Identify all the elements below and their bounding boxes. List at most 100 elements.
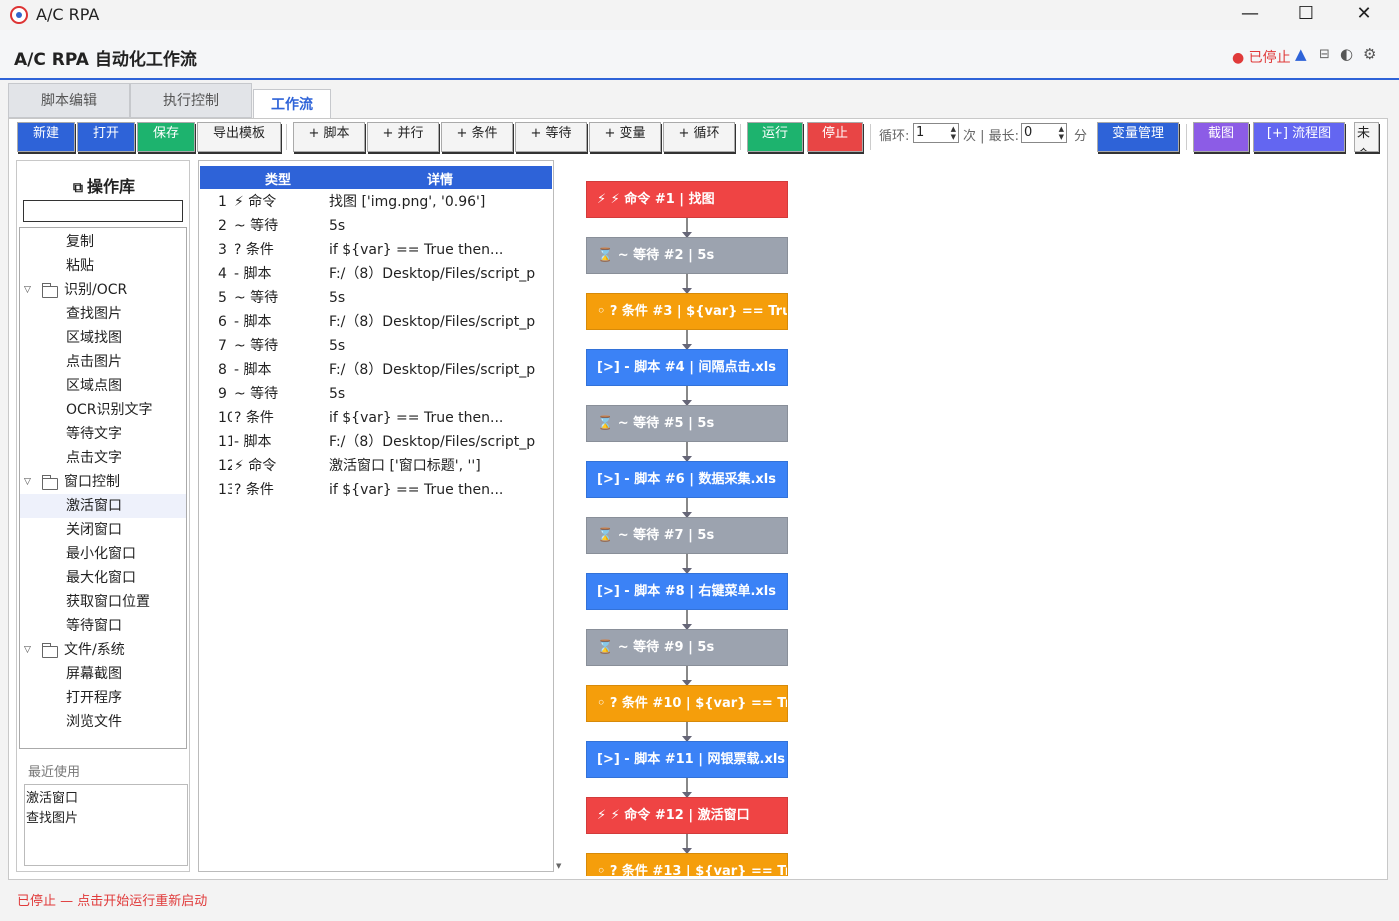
tree-item-label: 激活窗口 xyxy=(66,498,122,514)
flow-node-script[interactable]: [>] - 脚本 #8 | 右键菜单.xls xyxy=(586,573,788,610)
tree-item[interactable]: OCR识别文字 xyxy=(20,398,186,422)
column-header-type[interactable]: 类型 xyxy=(265,169,291,188)
tree-item[interactable]: 打开程序 xyxy=(20,686,186,710)
close-button[interactable]: ✕ xyxy=(1336,0,1392,30)
tree-item-label: OCR识别文字 xyxy=(66,402,153,418)
tree-item-label: 复制 xyxy=(66,234,94,250)
recent-item[interactable]: 查找图片 xyxy=(26,807,78,826)
table-row[interactable]: 13? 条件 if ${var} == True then... xyxy=(200,478,552,502)
recent-label: 最近使用 xyxy=(28,765,81,780)
flow-node-script[interactable]: [>] - 脚本 #6 | 数据采集.xls xyxy=(586,461,788,498)
tree-category[interactable]: ▽ 窗口控制 xyxy=(20,470,186,494)
flow-node-script[interactable]: [>] - 脚本 #4 | 间隔点击.xls xyxy=(586,349,788,386)
table-row[interactable]: 3 ? 条件 if ${var} == True then... xyxy=(200,238,552,262)
table-row[interactable]: 1 ⚡ 命令 找图 ['img.png', '0.96'] xyxy=(200,190,552,214)
table-row[interactable]: 6 - 脚本 F:/（8）Desktop/Files/script_p xyxy=(200,310,552,334)
add-condition-button[interactable]: + 条件 xyxy=(441,122,513,152)
save-button[interactable]: 保存 xyxy=(137,122,195,152)
tab-execution-control[interactable]: 执行控制 xyxy=(130,83,252,118)
export-template-button[interactable]: 导出模板 xyxy=(197,122,281,152)
table-row[interactable]: 2 ~ 等待 5s xyxy=(200,214,552,238)
tree-item[interactable]: 区域找图 xyxy=(20,326,186,350)
panel-icon[interactable]: ⊟ xyxy=(1319,47,1330,62)
tree-item-label: 区域点图 xyxy=(66,378,122,394)
library-search-input[interactable] xyxy=(23,200,183,222)
tree-item[interactable]: 等待窗口 xyxy=(20,614,186,638)
row-number: 10 xyxy=(218,410,232,426)
tree-item-label: 点击图片 xyxy=(66,354,122,370)
maximize-button[interactable]: ☐ xyxy=(1278,0,1334,30)
gear-icon[interactable]: ⚙ xyxy=(1363,45,1376,63)
flow-node-wait[interactable]: ⌛ ~ 等待 #2 | 5s xyxy=(586,237,788,274)
recent-item[interactable]: 激活窗口 xyxy=(26,787,78,806)
spin-arrows-icon[interactable]: ▲ ▼ xyxy=(951,125,956,141)
add-wait-button[interactable]: + 等待 xyxy=(515,122,587,152)
tree-item[interactable]: 浏览文件 xyxy=(20,710,186,734)
table-row[interactable]: 11- 脚本 F:/（8）Desktop/Files/script_p xyxy=(200,430,552,454)
tree-item[interactable]: 点击文字 xyxy=(20,446,186,470)
table-row[interactable]: 4 - 脚本 F:/（8）Desktop/Files/script_p xyxy=(200,262,552,286)
minimize-button[interactable]: — xyxy=(1222,0,1278,30)
new-button[interactable]: 新建 xyxy=(17,122,75,152)
operation-tree[interactable]: 复制粘贴 ▽ 识别/OCR 查找图片 区域找图点击图片区域点图 OCR识别文字 等待文字点击… xyxy=(19,227,187,749)
tree-item[interactable]: 等待文字 xyxy=(20,422,186,446)
tree-item[interactable]: 获取窗口位置 xyxy=(20,590,186,614)
row-detail: F:/（8）Desktop/Files/script_p xyxy=(329,266,536,282)
toolbar-separator xyxy=(286,124,287,150)
flow-node-command[interactable]: ⚡ ⚡ 命令 #1 | 找图 xyxy=(586,181,788,218)
expand-chevron-icon[interactable]: ▽ xyxy=(24,278,31,302)
up-triangle-icon[interactable]: ▲ xyxy=(1295,45,1307,63)
column-header-detail[interactable]: 详情 xyxy=(427,169,453,188)
spin-arrows-icon[interactable]: ▲ ▼ xyxy=(1059,125,1064,141)
table-row[interactable]: 5 ~ 等待 5s xyxy=(200,286,552,310)
tree-item[interactable]: 点击图片 xyxy=(20,350,186,374)
tree-item[interactable]: 复制 xyxy=(20,230,186,254)
tree-item[interactable]: 查找图片 xyxy=(20,302,186,326)
flow-node-wait[interactable]: ⌛ ~ 等待 #7 | 5s xyxy=(586,517,788,554)
open-button[interactable]: 打开 xyxy=(77,122,135,152)
expand-chevron-icon[interactable]: ▽ xyxy=(24,638,31,662)
row-number: 13 xyxy=(218,482,232,498)
tree-item[interactable]: 最大化窗口 xyxy=(20,566,186,590)
contrast-icon[interactable]: ◐ xyxy=(1340,45,1353,63)
tree-item[interactable]: 最小化窗口 xyxy=(20,542,186,566)
row-type: ⚡ 命令 xyxy=(234,194,277,210)
screenshot-button[interactable]: 截图 xyxy=(1193,122,1249,152)
add-script-button[interactable]: + 脚本 xyxy=(293,122,365,152)
flow-node-condition[interactable]: ◦ ? 条件 #3 | ${var} == True xyxy=(586,293,788,330)
tree-item[interactable]: 关闭窗口 xyxy=(20,518,186,542)
run-button[interactable]: 运行 xyxy=(747,122,803,152)
row-number: 4 xyxy=(218,266,227,282)
tree-item[interactable]: 屏幕截图 xyxy=(20,662,186,686)
flowchart-button[interactable]: [+] 流程图 xyxy=(1253,122,1345,152)
flow-node-script[interactable]: [>] - 脚本 #11 | 网银票载.xls xyxy=(586,741,788,778)
flow-node-condition[interactable]: ◦ ? 条件 #10 | ${var} == True xyxy=(586,685,788,722)
stop-button[interactable]: 停止 xyxy=(807,122,863,152)
table-row[interactable]: 9 ~ 等待 5s xyxy=(200,382,552,406)
scroll-down-arrow-icon[interactable]: ▼ xyxy=(556,862,561,870)
flow-node-wait[interactable]: ⌛ ~ 等待 #9 | 5s xyxy=(586,629,788,666)
flow-node-command[interactable]: ⚡ ⚡ 命令 #12 | 激活窗口 xyxy=(586,797,788,834)
add-parallel-button[interactable]: + 并行 xyxy=(367,122,439,152)
add-variable-button[interactable]: + 变量 xyxy=(589,122,661,152)
flow-node-wait[interactable]: ⌛ ~ 等待 #5 | 5s xyxy=(586,405,788,442)
table-row[interactable]: 12 ⚡ 命令 激活窗口 ['窗口标题', ''] xyxy=(200,454,552,478)
add-loop-button[interactable]: + 循环 xyxy=(663,122,735,152)
tree-category[interactable]: ▽ 识别/OCR xyxy=(20,278,186,302)
tree-item[interactable]: 区域点图 xyxy=(20,374,186,398)
table-row[interactable]: 10? 条件 if ${var} == True then... xyxy=(200,406,552,430)
flow-node-condition[interactable]: ◦ ? 条件 #13 | ${var} == True xyxy=(586,853,788,876)
tree-category[interactable]: ▽ 文件/系统 xyxy=(20,638,186,662)
expand-chevron-icon[interactable]: ▽ xyxy=(24,470,31,494)
table-row[interactable]: 7 ~ 等待 5s xyxy=(200,334,552,358)
max-duration-spinbox[interactable]: 0 ▲ ▼ xyxy=(1021,123,1067,143)
tab-script-edit[interactable]: 脚本编辑 xyxy=(8,83,130,118)
steps-scrollbar[interactable]: ▼ xyxy=(555,160,564,872)
variable-manager-button[interactable]: 变量管理 xyxy=(1097,122,1179,152)
tree-item[interactable]: 粘贴 xyxy=(20,254,186,278)
table-row[interactable]: 8 - 脚本 F:/（8）Desktop/Files/script_p xyxy=(200,358,552,382)
tree-item-label: 等待文字 xyxy=(66,426,122,442)
flowchart-canvas[interactable]: ⚡ ⚡ 命令 #1 | 找图 ⌛ ~ 等待 #2 | 5s ◦ ? 条件 #3 | … xyxy=(568,160,1384,876)
loop-count-spinbox[interactable]: 1 ▲ ▼ xyxy=(913,123,959,143)
tree-item[interactable]: 激活窗口 xyxy=(20,494,186,518)
